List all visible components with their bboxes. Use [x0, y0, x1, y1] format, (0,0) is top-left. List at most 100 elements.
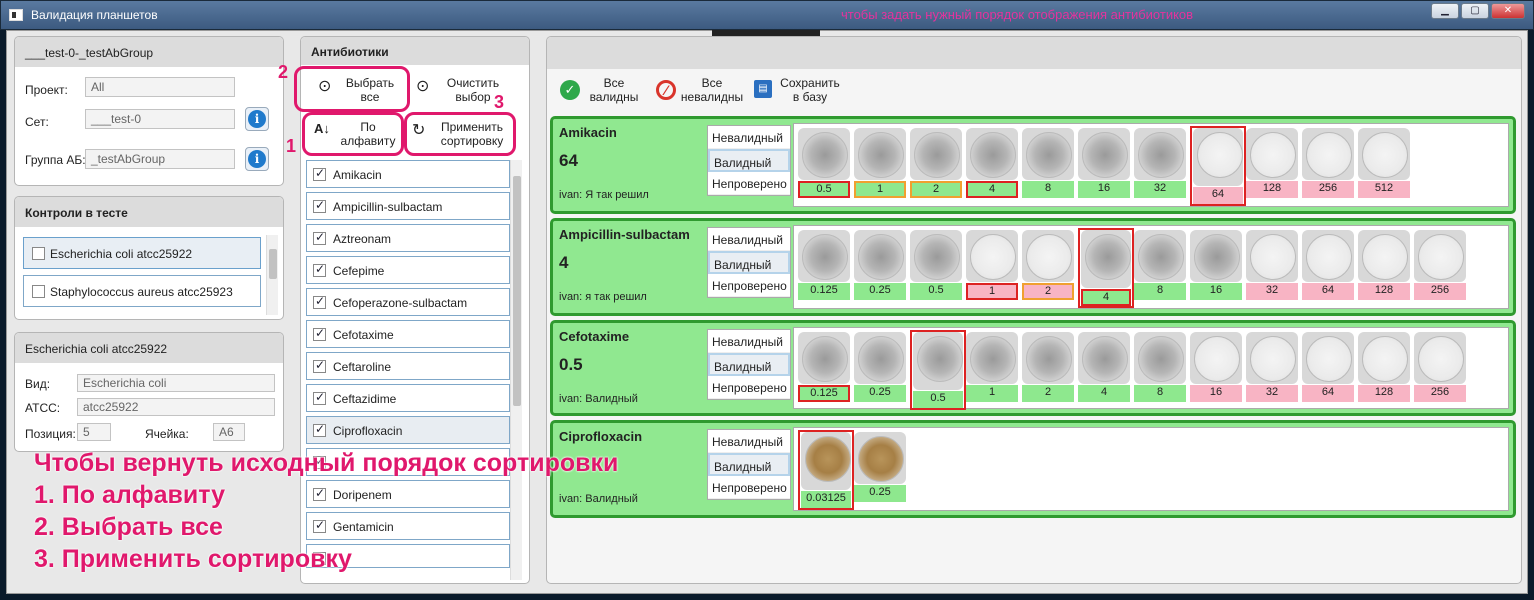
plate-well[interactable]: 128 — [1246, 128, 1298, 198]
plate-well[interactable]: 4 — [1078, 228, 1134, 308]
checkbox[interactable] — [32, 247, 45, 260]
project-field[interactable]: All — [85, 77, 235, 97]
plate-well[interactable]: 1 — [966, 332, 1018, 402]
checkbox[interactable] — [313, 326, 326, 341]
antibiotic-item[interactable]: Ampicillin-sulbactam — [306, 192, 510, 220]
group-field[interactable]: _testAbGroup — [85, 149, 235, 169]
antibiotic-item[interactable]: Ciprofloxacin — [306, 416, 510, 444]
validation-state-list[interactable]: Невалидный Валидный Непроверено — [707, 429, 791, 500]
plate-well[interactable]: 256 — [1414, 332, 1466, 402]
plate-well[interactable]: 4 — [1078, 332, 1130, 402]
plate-well[interactable]: 2 — [1022, 332, 1074, 402]
cell-field[interactable]: A6 — [213, 423, 245, 441]
control-item[interactable]: Staphylococcus aureus atcc25923 — [23, 275, 261, 307]
plate-well[interactable]: 32 — [1246, 230, 1298, 300]
antibiotic-item[interactable]: Cefotaxime — [306, 320, 510, 348]
plate-well[interactable]: 32 — [1246, 332, 1298, 402]
validation-state-list[interactable]: Невалидный Валидный Непроверено — [707, 125, 791, 196]
save-to-db-button[interactable]: ▤ Сохранить в базу — [752, 74, 846, 108]
antibiotics-scrollbar[interactable] — [510, 160, 522, 580]
antibiotic-item[interactable]: Cefoperazone-sulbactam — [306, 288, 510, 316]
checkbox[interactable] — [313, 422, 326, 437]
plate-well[interactable]: 0.03125 — [798, 430, 854, 510]
control-item[interactable]: Escherichia coli atcc25922 — [23, 237, 261, 269]
state-invalid[interactable]: Невалидный — [708, 330, 790, 353]
plate-well[interactable]: 32 — [1134, 128, 1186, 198]
set-info-button[interactable]: i — [245, 107, 269, 131]
checkbox[interactable] — [313, 198, 326, 213]
plate-well[interactable]: 64 — [1190, 126, 1246, 206]
controls-scrollbar[interactable] — [266, 235, 278, 315]
checkbox[interactable] — [313, 390, 326, 405]
antibiotic-item[interactable]: Cefepime — [306, 256, 510, 284]
plate-well[interactable]: 512 — [1358, 128, 1410, 198]
antibiotic-item[interactable]: Amikacin — [306, 160, 510, 188]
set-field[interactable]: ___test-0 — [85, 109, 235, 129]
antibiotic-item[interactable]: Ceftaroline — [306, 352, 510, 380]
state-valid[interactable]: Валидный — [708, 149, 790, 172]
plate-well[interactable]: 0.25 — [854, 230, 906, 300]
checkbox[interactable] — [313, 294, 326, 309]
checkbox[interactable] — [32, 285, 45, 298]
validation-state-list[interactable]: Невалидный Валидный Непроверено — [707, 329, 791, 400]
strain-panel-title: Escherichia coli atcc25922 — [15, 333, 283, 363]
state-unchecked[interactable]: Непроверено — [708, 476, 790, 499]
plate-well[interactable]: 1 — [966, 230, 1018, 300]
plate-well[interactable]: 4 — [966, 128, 1018, 198]
plate-well[interactable]: 256 — [1414, 230, 1466, 300]
plate-well[interactable]: 0.125 — [798, 332, 850, 402]
checkbox[interactable] — [313, 166, 326, 181]
plate-well[interactable]: 16 — [1190, 230, 1242, 300]
checkbox[interactable] — [313, 230, 326, 245]
checkbox[interactable] — [313, 486, 326, 501]
state-invalid[interactable]: Невалидный — [708, 430, 790, 453]
state-unchecked[interactable]: Непроверено — [708, 274, 790, 297]
state-invalid[interactable]: Невалидный — [708, 228, 790, 251]
plate-well[interactable]: 1 — [854, 128, 906, 198]
checkbox[interactable] — [313, 262, 326, 277]
position-label: Позиция: — [25, 427, 76, 441]
state-valid[interactable]: Валидный — [708, 251, 790, 274]
close-button[interactable]: ✕ — [1491, 3, 1525, 19]
annotation-number-1: 1 — [286, 136, 297, 156]
antibiotic-item[interactable]: Gentamicin — [306, 512, 510, 540]
plate-well[interactable]: 64 — [1302, 230, 1354, 300]
plate-well[interactable]: 8 — [1022, 128, 1074, 198]
atcc-field[interactable]: atcc25922 — [77, 398, 275, 416]
antibiotic-item[interactable]: Aztreonam — [306, 224, 510, 252]
state-valid[interactable]: Валидный — [708, 453, 790, 476]
checkbox[interactable] — [313, 358, 326, 373]
group-info-button[interactable]: i — [245, 147, 269, 171]
state-unchecked[interactable]: Непроверено — [708, 376, 790, 399]
plate-well[interactable]: 0.5 — [798, 128, 850, 198]
plate-well[interactable]: 2 — [1022, 230, 1074, 300]
plate-well[interactable]: 16 — [1078, 128, 1130, 198]
antibiotic-item[interactable]: Doripenem — [306, 480, 510, 508]
position-field[interactable]: 5 — [77, 423, 111, 441]
plate-well[interactable]: 0.125 — [798, 230, 850, 300]
validation-state-list[interactable]: Невалидный Валидный Непроверено — [707, 227, 791, 298]
plate-well[interactable]: 8 — [1134, 332, 1186, 402]
antibiotic-item[interactable]: Ceftazidime — [306, 384, 510, 412]
minimize-button[interactable]: ▁ — [1431, 3, 1459, 19]
plate-well[interactable]: 128 — [1358, 230, 1410, 300]
checkbox[interactable] — [313, 518, 326, 533]
plate-well[interactable]: 256 — [1302, 128, 1354, 198]
plate-well[interactable]: 0.25 — [854, 332, 906, 402]
all-valid-button[interactable]: ✓ Все валидны — [556, 74, 646, 108]
all-invalid-button[interactable]: ⁄ Все невалидны — [654, 74, 746, 108]
wells-row: 0.5 1 2 4 8 16 32 64 128 256 512 — [793, 123, 1509, 207]
plate-well[interactable]: 16 — [1190, 332, 1242, 402]
species-field[interactable]: Escherichia coli — [77, 374, 275, 392]
state-valid[interactable]: Валидный — [708, 353, 790, 376]
plate-well[interactable]: 0.5 — [910, 330, 966, 410]
plate-well[interactable]: 64 — [1302, 332, 1354, 402]
plate-well[interactable]: 0.5 — [910, 230, 962, 300]
plate-well[interactable]: 2 — [910, 128, 962, 198]
plate-well[interactable]: 128 — [1358, 332, 1410, 402]
state-unchecked[interactable]: Непроверено — [708, 172, 790, 195]
state-invalid[interactable]: Невалидный — [708, 126, 790, 149]
maximize-button[interactable]: ▢ — [1461, 3, 1489, 19]
plate-well[interactable]: 8 — [1134, 230, 1186, 300]
plate-well[interactable]: 0.25 — [854, 432, 906, 502]
